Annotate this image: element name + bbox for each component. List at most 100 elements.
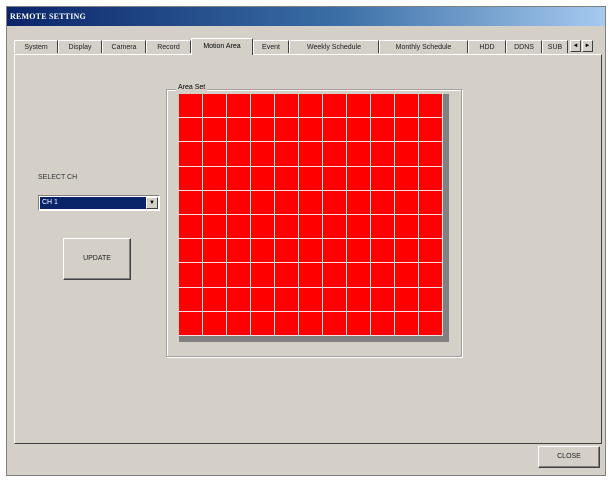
motion-grid-cell[interactable] (419, 94, 443, 119)
motion-grid-cell[interactable] (323, 190, 347, 215)
motion-grid-cell[interactable] (179, 239, 203, 264)
motion-grid-cell[interactable] (227, 239, 251, 264)
motion-grid-cell[interactable] (179, 311, 203, 336)
motion-grid-cell[interactable] (395, 263, 419, 288)
motion-grid-cell[interactable] (251, 311, 275, 336)
tab-system[interactable]: System (14, 40, 58, 53)
motion-grid-cell[interactable] (275, 263, 299, 288)
motion-grid-cell[interactable] (251, 142, 275, 167)
motion-grid-cell[interactable] (371, 190, 395, 215)
channel-select[interactable]: CH 1 ▼ (38, 195, 160, 211)
update-button[interactable]: UPDATE (63, 238, 131, 280)
motion-grid-cell[interactable] (299, 215, 323, 240)
motion-grid-cell[interactable] (251, 239, 275, 264)
motion-grid-cell[interactable] (299, 263, 323, 288)
motion-grid-cell[interactable] (179, 287, 203, 312)
motion-grid-cell[interactable] (419, 287, 443, 312)
motion-grid-cell[interactable] (299, 142, 323, 167)
motion-grid-cell[interactable] (251, 94, 275, 119)
motion-grid-cell[interactable] (347, 166, 371, 191)
motion-grid-cell[interactable] (203, 215, 227, 240)
motion-grid-cell[interactable] (203, 263, 227, 288)
motion-grid-cell[interactable] (347, 287, 371, 312)
motion-grid-cell[interactable] (227, 190, 251, 215)
motion-grid-cell[interactable] (323, 215, 347, 240)
motion-grid-cell[interactable] (251, 215, 275, 240)
tab-event[interactable]: Event (253, 40, 289, 53)
motion-grid-cell[interactable] (323, 311, 347, 336)
motion-grid-cell[interactable] (419, 239, 443, 264)
motion-grid-cell[interactable] (227, 142, 251, 167)
motion-grid-cell[interactable] (179, 263, 203, 288)
motion-grid-cell[interactable] (179, 142, 203, 167)
motion-grid-cell[interactable] (323, 287, 347, 312)
tab-monthly-schedule[interactable]: Monthly Schedule (379, 40, 468, 53)
motion-grid-cell[interactable] (299, 239, 323, 264)
arrow-left-icon[interactable]: ◄ (570, 40, 581, 52)
tab-sub[interactable]: SUB (542, 40, 568, 53)
motion-grid-cell[interactable] (299, 190, 323, 215)
motion-grid-cell[interactable] (371, 94, 395, 119)
motion-grid-cell[interactable] (419, 215, 443, 240)
motion-grid-cell[interactable] (251, 287, 275, 312)
motion-grid-cell[interactable] (371, 142, 395, 167)
motion-grid-cell[interactable] (251, 166, 275, 191)
motion-grid-cell[interactable] (395, 190, 419, 215)
motion-grid-cell[interactable] (323, 166, 347, 191)
motion-grid-cell[interactable] (419, 166, 443, 191)
motion-grid-cell[interactable] (395, 94, 419, 119)
tab-record[interactable]: Record (146, 40, 191, 53)
tab-display[interactable]: Display (58, 40, 102, 53)
motion-grid-cell[interactable] (179, 215, 203, 240)
motion-grid-cell[interactable] (371, 166, 395, 191)
motion-grid-cell[interactable] (203, 118, 227, 143)
motion-grid-cell[interactable] (323, 118, 347, 143)
arrow-right-icon[interactable]: ► (582, 40, 593, 52)
motion-grid-cell[interactable] (275, 287, 299, 312)
motion-grid-cell[interactable] (395, 239, 419, 264)
motion-grid-cell[interactable] (227, 166, 251, 191)
motion-grid-cell[interactable] (251, 118, 275, 143)
motion-grid-cell[interactable] (323, 263, 347, 288)
motion-grid-cell[interactable] (275, 166, 299, 191)
motion-grid-cell[interactable] (299, 118, 323, 143)
motion-grid-cell[interactable] (203, 239, 227, 264)
motion-grid-cell[interactable] (227, 311, 251, 336)
motion-grid-cell[interactable] (179, 94, 203, 119)
motion-grid-cell[interactable] (419, 311, 443, 336)
motion-grid-cell[interactable] (371, 118, 395, 143)
motion-grid-cell[interactable] (419, 142, 443, 167)
tab-motion-area[interactable]: Motion Area (191, 38, 253, 55)
motion-grid-cell[interactable] (275, 142, 299, 167)
tab-ddns[interactable]: DDNS (506, 40, 542, 53)
motion-grid-cell[interactable] (299, 94, 323, 119)
motion-grid-cell[interactable] (179, 166, 203, 191)
motion-grid-cell[interactable] (275, 239, 299, 264)
motion-grid-cell[interactable] (203, 311, 227, 336)
motion-grid-cell[interactable] (347, 263, 371, 288)
motion-grid-cell[interactable] (371, 263, 395, 288)
motion-grid-cell[interactable] (347, 142, 371, 167)
motion-grid-cell[interactable] (251, 263, 275, 288)
motion-grid-cell[interactable] (227, 263, 251, 288)
motion-grid-cell[interactable] (419, 118, 443, 143)
motion-grid-cell[interactable] (347, 118, 371, 143)
motion-grid-cell[interactable] (275, 190, 299, 215)
motion-grid-cell[interactable] (347, 311, 371, 336)
motion-grid-cell[interactable] (227, 287, 251, 312)
motion-grid-cell[interactable] (371, 287, 395, 312)
motion-grid-cell[interactable] (371, 311, 395, 336)
motion-grid-cell[interactable] (251, 190, 275, 215)
motion-grid-cell[interactable] (371, 215, 395, 240)
motion-grid-cell[interactable] (347, 215, 371, 240)
motion-grid-cell[interactable] (203, 190, 227, 215)
motion-grid-cell[interactable] (323, 239, 347, 264)
motion-grid-cell[interactable] (395, 311, 419, 336)
motion-grid-cell[interactable] (299, 287, 323, 312)
motion-grid-cell[interactable] (203, 94, 227, 119)
motion-grid-cell[interactable] (323, 94, 347, 119)
motion-grid-cell[interactable] (275, 311, 299, 336)
motion-grid-cell[interactable] (347, 239, 371, 264)
motion-grid-cell[interactable] (395, 118, 419, 143)
motion-grid-cell[interactable] (203, 142, 227, 167)
